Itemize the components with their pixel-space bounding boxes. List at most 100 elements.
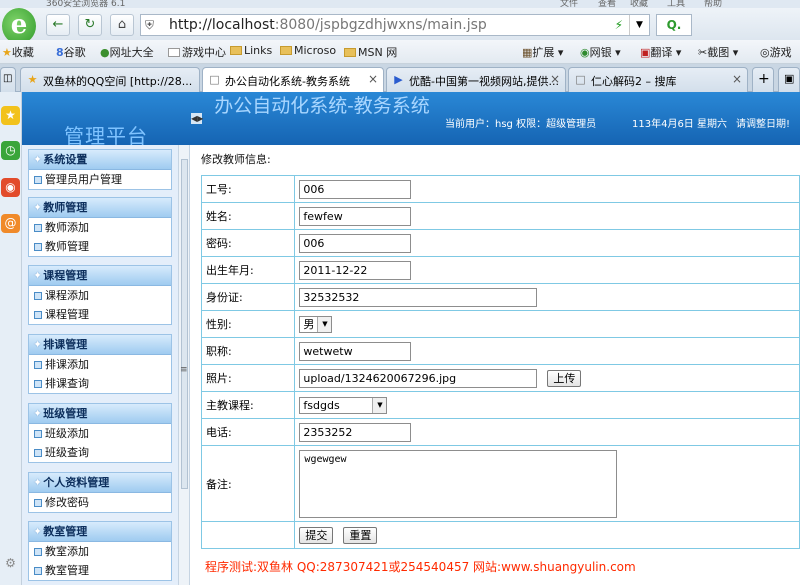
birth-date-input[interactable]: 2011-12-22 [299,260,412,280]
form-row-id: 工号: 006 [200,175,800,203]
lightning-icon[interactable]: ⚡ [615,18,623,32]
menu-group-header[interactable]: ✦个人资料管理 [29,473,171,493]
menu-item-class-add[interactable]: 班级添加 [29,424,171,443]
tab-qq-space[interactable]: ★ 双鱼林的QQ空间 [http://28... [20,67,200,92]
shield-icon: ⛨ [145,18,155,32]
tab-youku[interactable]: ▶ 优酷-中国第一视频网站,提供... × [386,67,566,92]
star-icon: ✦ [33,525,43,538]
back-button[interactable]: ← [46,14,70,36]
bookmark-links[interactable]: Links [230,44,272,57]
main-course-select[interactable]: fsdgds ▼ [299,396,388,414]
refresh-button[interactable]: ↻ [78,14,102,36]
platform-banner: 管理平台 [22,92,182,148]
menu-item-teacher-manage[interactable]: 教师管理 [29,237,171,256]
menu-favorites[interactable]: 收藏 [630,0,648,8]
new-tab-button[interactable]: + [752,67,774,92]
tab-search[interactable]: □ 仁心解码2 – 搜库 × [568,67,748,92]
photo-path-input[interactable]: upload/1324620067296.jpg [299,368,538,388]
teacher-name-input[interactable]: fewfew [299,206,412,226]
page-icon: □ [575,73,586,86]
menu-group-header[interactable]: ✦班级管理 [29,404,171,424]
tab-oa-system[interactable]: □ 办公自动化系统-教务系统 × [202,67,384,93]
bookmark-url-directory[interactable]: ●网址大全 [100,44,154,60]
bookmark-label: 游戏中心 [182,46,226,59]
chevron-down-icon[interactable]: ▼ [629,15,649,35]
search-button[interactable]: Q. [656,14,692,36]
menu-group-header[interactable]: ✦系统设置 [29,150,171,170]
menu-tools[interactable]: 工具 [667,0,685,8]
gender-select[interactable]: 男 ▼ [299,315,333,333]
remark-textarea[interactable]: wgewgew [299,449,618,518]
bookmark-msn[interactable]: MSN 网 [344,44,397,60]
footer-credits: 程序测试:双鱼林 QQ:287307421或254540457 网站:www.s… [205,560,636,574]
menu-group-header[interactable]: ✦排课管理 [29,335,171,355]
form-row-remark: 备注: wgewgew [200,445,800,522]
menu-item-teacher-add[interactable]: 教师添加 [29,218,171,237]
star-icon: ✦ [33,476,43,489]
menu-item-schedule-add[interactable]: 排课添加 [29,355,171,374]
phone-input[interactable]: 2353252 [299,422,412,442]
sidebar-scrollbar[interactable]: ≡ [178,145,190,585]
toolbar-label: 截图 [707,46,730,59]
bookmark-microsoft[interactable]: Microso [280,44,336,57]
mail-icon[interactable]: @ [1,214,20,233]
close-icon[interactable]: × [368,72,378,86]
field-label: 照片: [200,364,296,392]
id-card-input[interactable]: 32532532 [299,287,538,307]
menu-group-header[interactable]: ✦教师管理 [29,198,171,218]
bookmark-favorites[interactable]: ★收藏 [2,44,34,60]
url-path: :8080/jspbgzdhjwxns/main.jsp [274,17,487,33]
settings-gear-icon[interactable]: ⚙ [1,554,20,573]
menu-help[interactable]: 帮助 [704,0,722,8]
tab-menu-button[interactable]: ▣ [778,67,800,92]
form-row-actions: 提交 重置 [200,521,800,549]
tab-list-toggle[interactable]: ◫ [0,67,16,92]
app-header: 管理平台 ◀▶ 办公自动化系统-教务系统 当前用户：hsg 权限：超级管理员 1… [22,92,800,148]
weibo-icon[interactable]: ◉ [1,178,20,197]
menu-item-label: 课程管理 [45,308,89,321]
field-label: 工号: [200,175,296,203]
reset-button[interactable]: 重置 [343,526,378,544]
scissors-icon: ✂ [698,46,708,59]
collapse-sidebar-icon[interactable]: ◀▶ [191,113,203,124]
menu-item-classroom-add[interactable]: 教室添加 [29,542,171,561]
teacher-id-input[interactable]: 006 [299,179,412,199]
menu-item-class-query[interactable]: 班级查询 [29,443,171,462]
password-input[interactable]: 006 [299,233,412,253]
tab-label: 双鱼林的QQ空间 [http://28... [43,75,193,88]
toolbar-translate[interactable]: ▣翻译 ▾ [640,44,681,60]
bookmark-google[interactable]: 8谷歌 [56,44,86,60]
menu-item-admin-users[interactable]: 管理员用户管理 [29,170,171,189]
menu-item-change-password[interactable]: 修改密码 [29,493,171,512]
clock-icon[interactable]: ◷ [1,141,20,160]
toolbar-extensions[interactable]: ▦扩展 ▾ [522,44,563,60]
folder-icon [280,46,292,55]
menu-item-classroom-manage[interactable]: 教室管理 [29,561,171,580]
favorites-star-icon[interactable]: ★ [1,106,20,125]
submit-button[interactable]: 提交 [299,526,334,544]
job-title-input[interactable]: wetwetw [299,341,412,361]
scrollbar-thumb[interactable] [181,159,188,489]
system-title: 办公自动化系统-教务系统 [214,95,430,117]
close-icon[interactable]: × [732,72,742,86]
menu-item-schedule-query[interactable]: 排课查询 [29,374,171,393]
menu-item-course-add[interactable]: 课程添加 [29,286,171,305]
home-button[interactable]: ⌂ [110,14,134,36]
url-text[interactable]: http://localhost:8080/jspbgzdhjwxns/main… [169,17,487,33]
folder-icon [230,46,242,55]
toolbar-online-banking[interactable]: ◉网银 ▾ [580,44,621,60]
form-row-gender: 性别: 男 ▼ [200,310,800,338]
menu-file[interactable]: 文件 [560,0,578,8]
form-row-idcard: 身份证: 32532532 [200,283,800,311]
upload-button[interactable]: 上传 [547,369,582,387]
menu-group-header[interactable]: ✦教室管理 [29,522,171,542]
toolbar-screenshot[interactable]: ✂截图 ▾ [698,44,738,60]
bookmark-game-center[interactable]: 游戏中心 [168,44,226,60]
admin-sidebar: ✦系统设置 管理员用户管理 ✦教师管理 教师添加 教师管理 ✦课程管理 课程添加… [22,145,178,585]
menu-item-course-manage[interactable]: 课程管理 [29,305,171,324]
close-icon[interactable]: × [550,72,560,86]
address-bar[interactable]: ⛨ http://localhost:8080/jspbgzdhjwxns/ma… [140,14,650,36]
menu-group-header[interactable]: ✦课程管理 [29,266,171,286]
toolbar-games[interactable]: ◎游戏 [760,44,792,60]
menu-view[interactable]: 查看 [598,0,616,8]
